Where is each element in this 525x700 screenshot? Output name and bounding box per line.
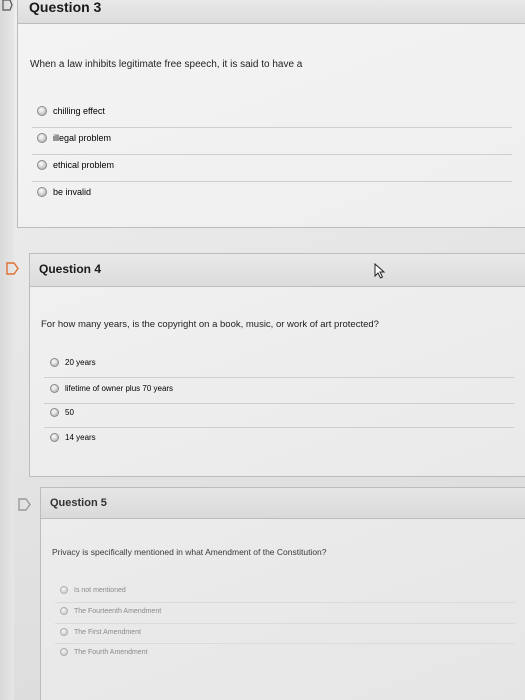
question-3-option-1[interactable]: chilling effect [37, 106, 105, 116]
option-label: illegal problem [53, 133, 112, 143]
question-3-prompt: When a law inhibits legitimate free spee… [30, 59, 303, 70]
option-label: be invalid [53, 187, 92, 197]
radio-button[interactable] [50, 384, 59, 393]
question-5-option-3[interactable]: The First Amendment [60, 628, 141, 636]
quiz-page: Question 3 When a law inhibits legitimat… [0, 0, 525, 700]
divider [55, 623, 515, 624]
divider [44, 403, 514, 404]
divider [55, 643, 515, 644]
flag-icon[interactable] [6, 262, 19, 275]
question-4-prompt: For how many years, is the copyright on … [41, 319, 379, 330]
option-label: 14 years [65, 433, 96, 442]
option-label: ethical problem [53, 160, 115, 170]
option-label: The First Amendment [74, 628, 141, 636]
option-label: The Fourth Amendment [74, 648, 148, 656]
radio-button[interactable] [60, 586, 68, 594]
mouse-cursor-icon [374, 262, 386, 279]
question-5-option-2[interactable]: The Fourteenth Amendment [60, 607, 161, 615]
question-4-header: Question 4 [30, 254, 525, 287]
question-3-header: Question 3 [18, 0, 525, 24]
radio-button[interactable] [37, 160, 47, 170]
divider [32, 154, 512, 155]
radio-button[interactable] [37, 187, 47, 197]
divider [32, 181, 512, 182]
question-5-option-4[interactable]: The Fourth Amendment [60, 648, 148, 656]
question-4-title: Question 4 [39, 262, 102, 276]
flag-icon[interactable] [18, 498, 31, 511]
left-margin [0, 0, 14, 700]
option-label: chilling effect [53, 106, 105, 116]
divider [55, 602, 515, 603]
radio-button[interactable] [50, 358, 59, 367]
radio-button[interactable] [60, 628, 68, 636]
question-5-title: Question 5 [50, 497, 107, 509]
radio-button[interactable] [37, 106, 47, 116]
question-4-option-3[interactable]: 50 [50, 408, 74, 417]
question-5-header: Question 5 [41, 488, 525, 519]
option-label: Is not mentioned [74, 586, 126, 594]
radio-button[interactable] [50, 408, 59, 417]
question-5-prompt: Privacy is specifically mentioned in wha… [52, 547, 327, 557]
question-5-option-1[interactable]: Is not mentioned [60, 586, 126, 594]
flag-icon[interactable] [1, 0, 13, 11]
question-3-option-2[interactable]: illegal problem [37, 133, 111, 143]
question-3-card: Question 3 When a law inhibits legitimat… [17, 0, 525, 228]
question-3-option-4[interactable]: be invalid [37, 187, 91, 197]
radio-button[interactable] [60, 648, 68, 656]
radio-button[interactable] [37, 133, 47, 143]
radio-button[interactable] [50, 433, 59, 442]
divider [44, 427, 514, 428]
radio-button[interactable] [60, 607, 68, 615]
divider [44, 377, 514, 378]
question-4-option-2[interactable]: lifetime of owner plus 70 years [50, 384, 173, 393]
question-3-option-3[interactable]: ethical problem [37, 160, 114, 170]
question-5-card: Question 5 Privacy is specifically menti… [40, 487, 525, 700]
question-4-option-1[interactable]: 20 years [50, 358, 96, 367]
option-label: lifetime of owner plus 70 years [65, 384, 174, 393]
divider [32, 127, 512, 128]
question-3-title: Question 3 [29, 0, 102, 15]
question-4-option-4[interactable]: 14 years [50, 433, 96, 442]
option-label: 20 years [65, 358, 96, 367]
option-label: The Fourteenth Amendment [74, 607, 162, 615]
option-label: 50 [65, 408, 74, 417]
question-4-card: Question 4 For how many years, is the co… [29, 253, 525, 477]
